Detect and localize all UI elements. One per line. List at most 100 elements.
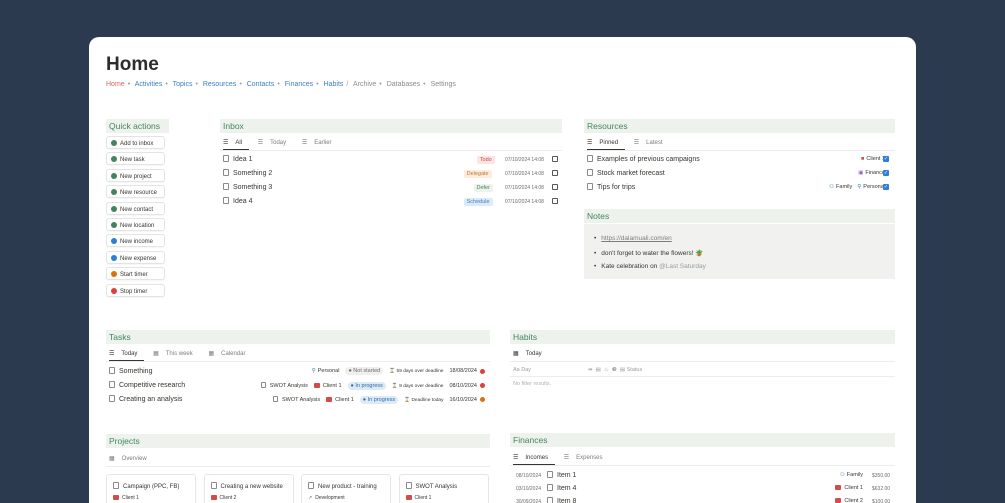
crumb-activities[interactable]: Activities (135, 81, 163, 88)
habits-tab-today[interactable]: ▦ Today (513, 351, 549, 360)
resource-row[interactable]: Tips for trips (587, 183, 635, 191)
chart-icon: ↗ (308, 495, 313, 501)
resource-checkbox[interactable]: ✓ (883, 156, 889, 162)
inbox-checkbox[interactable] (552, 184, 558, 190)
tasks-tab-this-week[interactable]: ▦ This week (153, 351, 200, 357)
resource-name: Stock market forecast (597, 170, 665, 177)
status-tag: Delegate (463, 170, 492, 178)
home-page: Home Home • Activities • Topics • Resources… (89, 37, 916, 503)
person-icon: ⚲ (311, 368, 316, 374)
quick-action-button[interactable]: New location (106, 218, 165, 231)
resources-tab-pinned[interactable]: ☰ Pinned (587, 140, 626, 150)
page-icon (223, 183, 229, 190)
page-icon (308, 482, 314, 489)
inbox-row[interactable]: Idea 4 (223, 197, 252, 205)
project-sub-label: Client 2 (219, 495, 237, 501)
habits-empty-text: No filter results. (513, 381, 552, 387)
date-mention[interactable]: @Last Saturday (659, 263, 706, 270)
finance-row[interactable]: Item 1 (547, 471, 576, 479)
project-card[interactable]: Creating a new website Client 2 (203, 474, 294, 503)
tasks-tab-calendar[interactable]: ▦ Calendar (208, 351, 252, 357)
crumb-finances[interactable]: Finances (285, 81, 313, 88)
finance-row[interactable]: Item 8 (547, 497, 576, 503)
list-icon: ☰ (301, 140, 308, 146)
briefcase-icon (835, 485, 842, 490)
inbox-checkbox[interactable] (552, 156, 558, 162)
page-icon (223, 169, 229, 176)
quick-action-button[interactable]: New task (106, 152, 165, 166)
project-name: Campaign (PPC, FB) (123, 484, 180, 490)
crumb-home[interactable]: Home (106, 81, 125, 88)
inbox-checkbox[interactable] (552, 198, 558, 204)
divider (106, 466, 490, 467)
resource-tag: ■ Client 1 (861, 156, 885, 162)
page-icon (587, 155, 593, 162)
inbox-row[interactable]: Something 2 (223, 169, 272, 177)
inbox-tab-earlier[interactable]: ☰ Earlier (302, 140, 339, 146)
crumb-archive[interactable]: Archive (353, 81, 376, 88)
tag-label: Family (846, 472, 863, 478)
projects-tab-overview[interactable]: ▦ Overview (109, 456, 154, 462)
client-label: Client 1 (322, 383, 342, 389)
inbox-tab-today[interactable]: ☰ Today (258, 140, 293, 146)
page-icon (587, 183, 593, 190)
list-icon: ☰ (587, 140, 593, 146)
quick-action-button[interactable]: New income (106, 234, 165, 248)
resource-checkbox[interactable]: ✓ (883, 184, 889, 190)
quick-action-button[interactable]: New expense (106, 250, 165, 264)
inbox-row[interactable]: Idea 1 (223, 155, 252, 163)
crumb-contacts[interactable]: Contacts (247, 81, 275, 88)
quick-action-label: New task (120, 157, 145, 164)
quick-action-label: Stop timer (120, 288, 148, 295)
resource-checkbox[interactable]: ✓ (883, 170, 889, 176)
quick-action-button[interactable]: Start timer (106, 267, 165, 281)
inbox-row[interactable]: Something 3 (223, 183, 272, 191)
tasks-tab-today[interactable]: ☰ Today (109, 351, 145, 361)
briefcase-icon (405, 495, 412, 500)
inbox-checkbox[interactable] (552, 170, 558, 176)
finances-tab-expenses[interactable]: ☰ Expenses (564, 455, 610, 461)
tasks-tabs: ☰ Today ▦ This week ▦ Calendar (109, 350, 259, 361)
resource-row[interactable]: Stock market forecast (587, 169, 665, 177)
resource-row[interactable]: Examples of previous campaigns (587, 155, 700, 163)
note-link[interactable]: https://dalamuali.com/en (601, 235, 671, 242)
finance-row[interactable]: Item 4 (547, 484, 576, 492)
action-icon (111, 222, 117, 228)
task-row[interactable]: Competitive research (109, 381, 185, 389)
task-row[interactable]: Creating an analysis (109, 395, 182, 403)
resource-name: Tips for trips (597, 184, 636, 191)
notes-header: Notes (584, 209, 895, 223)
quick-action-button[interactable]: Add to inbox (106, 136, 165, 149)
quick-action-button[interactable]: New project (106, 168, 165, 182)
quick-actions-header: Quick actions (106, 119, 169, 133)
crumb-resources[interactable]: Resources (203, 81, 236, 88)
project-card[interactable]: Campaign (PPC, FB) Client 1 (106, 474, 196, 503)
project-card[interactable]: New product - training ↗ Development (301, 474, 391, 503)
inbox-date: 07/10/2024 14:08 (505, 171, 544, 177)
inbox-tab-all[interactable]: ☰ All (223, 140, 250, 150)
project-card[interactable]: SWOT Analysis Client 1 (398, 474, 489, 503)
task-row[interactable]: Something (109, 367, 152, 375)
crumb-databases[interactable]: Databases (387, 81, 420, 88)
page-icon (210, 482, 217, 489)
table-icon: ▦ (513, 351, 519, 357)
crumb-topics[interactable]: Topics (173, 81, 193, 88)
inbox-tabs: ☰ All ☰ Today ☰ Earlier (223, 139, 346, 150)
quick-action-button[interactable]: New contact (106, 201, 165, 215)
finances-tab-incomes[interactable]: ☰ Incomes (513, 455, 556, 465)
crumb-habits[interactable]: Habits (324, 81, 344, 88)
quick-action-button[interactable]: New resource (106, 185, 165, 199)
divider (584, 150, 895, 151)
task-status: ● Not started (345, 367, 384, 375)
page-icon (109, 395, 115, 402)
list-icon: ☰ (109, 351, 115, 357)
project-sub-label: Client 1 (122, 495, 139, 501)
quick-action-button[interactable]: Stop timer (106, 283, 165, 297)
crumb-settings[interactable]: Settings (431, 81, 456, 88)
resources-tab-latest[interactable]: ☰ Latest (634, 140, 670, 146)
status-tag: Todo (476, 156, 495, 164)
list-icon: ☰ (223, 140, 229, 146)
resource-tag: ⚲ Personal (857, 184, 885, 190)
tasks-header: Tasks (106, 330, 490, 344)
inbox-date: 07/10/2024 14:08 (505, 185, 544, 191)
